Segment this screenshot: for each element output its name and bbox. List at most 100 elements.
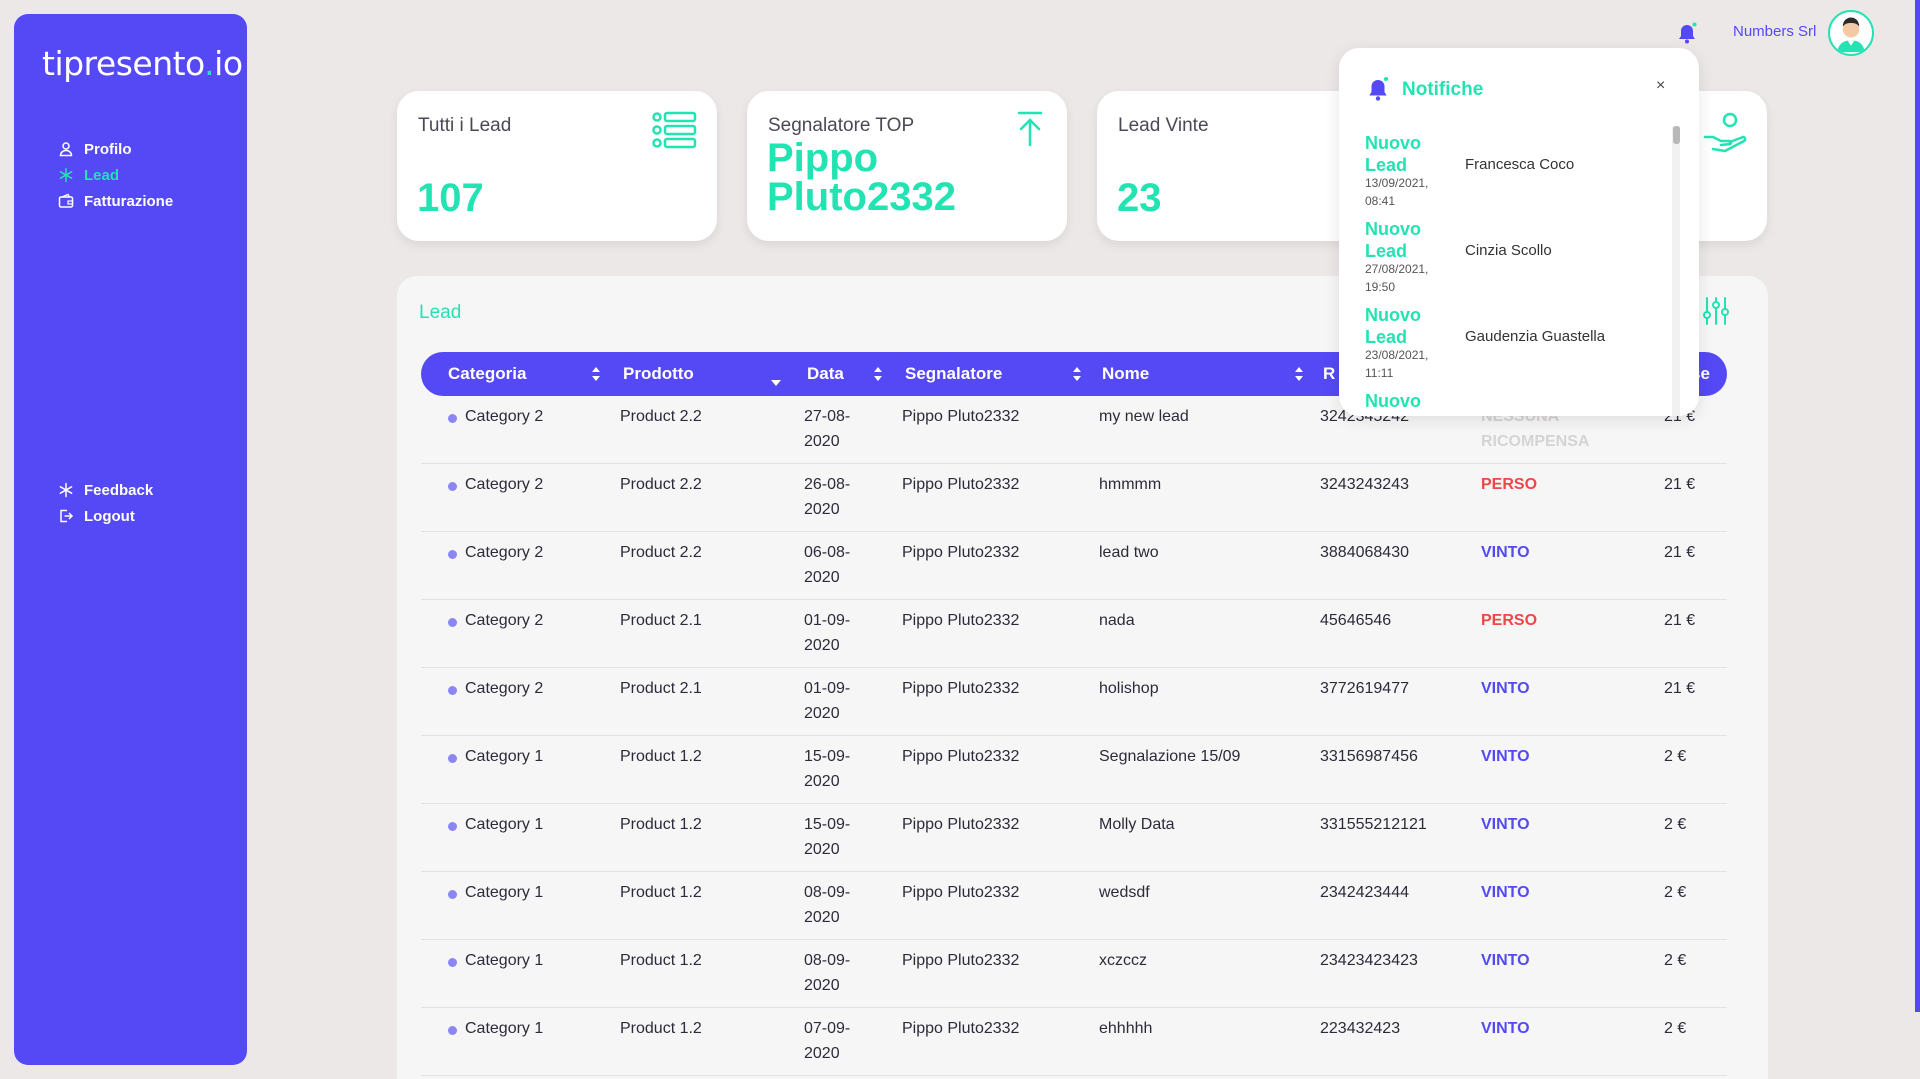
notification-item[interactable]: Nuovo — [1365, 390, 1675, 416]
category-bullet — [448, 550, 457, 559]
cell-data-line: 2020 — [804, 433, 840, 450]
table-row[interactable]: Category 1 Product 1.2 15-09- 2020 Pippo Plu… — [421, 804, 1727, 872]
sort-icon[interactable] — [1294, 366, 1304, 382]
cell-telefono: 3772619477 — [1320, 680, 1409, 697]
table-row[interactable]: Category 2 Product 2.1 01-09- 2020 Pippo Plu… — [421, 668, 1727, 736]
cell-segnalatore: Pippo Pluto2332 — [902, 952, 1020, 969]
notification-date: 27/08/2021, 19:50 — [1365, 262, 1429, 294]
status-badge: VINTO — [1481, 676, 1530, 701]
cell-nome: my new lead — [1099, 408, 1189, 425]
column-header-categoria[interactable]: Categoria — [448, 352, 526, 396]
column-header-prodotto[interactable]: Prodotto — [623, 352, 694, 396]
cell-telefono: 23423423423 — [1320, 952, 1418, 969]
column-label: Categoria — [448, 364, 527, 383]
cell-prodotto: Product 2.2 — [620, 408, 702, 425]
status-badge: PERSO — [1481, 608, 1537, 633]
sidebar-item-profilo[interactable]: Profilo — [58, 136, 173, 162]
cell-nome: ehhhhh — [1099, 1020, 1153, 1037]
cell-data: 01-09- 2020 — [804, 608, 850, 658]
table-row[interactable]: Category 2 Product 2.1 01-09- 2020 Pippo Plu… — [421, 600, 1727, 668]
cell-categoria: Category 2 — [465, 408, 544, 425]
cell-segnalatore: Pippo Pluto2332 — [902, 1020, 1020, 1037]
table-row[interactable]: Category 2 Product 2.2 06-08- 2020 Pippo Plu… — [421, 532, 1727, 600]
cell-prodotto: Product 1.2 — [620, 748, 702, 765]
cell-data-line: 08-09- — [804, 952, 851, 969]
sort-desc-icon[interactable] — [771, 372, 781, 388]
table-row[interactable]: Category 1 Product 1.2 08-09- 2020 Pippo Plu… — [421, 872, 1727, 940]
cell-nome: Segnalazione 15/09 — [1099, 748, 1241, 765]
table-row[interactable]: Category 1 Product 1.2 07-09- 2020 Pippo Plu… — [421, 1008, 1727, 1076]
cell-data: 15-09- 2020 — [804, 744, 850, 794]
close-icon[interactable]: × — [1656, 77, 1665, 95]
sort-icon[interactable] — [873, 366, 883, 382]
table-row[interactable]: Category 1 Product 1.2 15-09- 2020 Pippo Plu… — [421, 736, 1727, 804]
card-segnalatore-top: Segnalatore TOP Pippo Pluto2332 — [747, 91, 1067, 241]
column-label: Segnalatore — [905, 364, 1003, 383]
cell-data-line: 2020 — [804, 909, 840, 926]
panel-title: Lead — [419, 302, 462, 323]
cell-data: 08-09- 2020 — [804, 880, 850, 930]
filter-icon[interactable] — [1702, 296, 1730, 326]
category-bullet — [448, 414, 457, 423]
notification-item[interactable]: Nuovo Lead 23/08/2021, 11:11 Gaudenzia Gua… — [1365, 304, 1675, 390]
cell-data-line: 2020 — [804, 977, 840, 994]
cell-data-line: 2020 — [804, 1045, 840, 1062]
status-line: VINTO — [1481, 884, 1530, 901]
sort-icon[interactable] — [591, 366, 601, 382]
cell-data: 07-09- 2020 — [804, 1016, 850, 1066]
notifications-title: Notifiche — [1402, 79, 1484, 100]
notifications-scrollbar[interactable] — [1672, 126, 1680, 416]
notification-item[interactable]: Nuovo Lead 13/09/2021, 08:41 Francesca Coc… — [1365, 132, 1675, 218]
cell-importo: 21 € — [1664, 612, 1696, 629]
sort-icon[interactable] — [1072, 366, 1082, 382]
notifications-scroll-thumb[interactable] — [1673, 126, 1680, 144]
status-badge: VINTO — [1481, 1016, 1530, 1041]
table-row[interactable]: Category 2 Product 2.2 26-08- 2020 Pippo Plu… — [421, 464, 1727, 532]
notification-date: 23/08/2021, 11:11 — [1365, 348, 1429, 380]
card-value: 23 — [1117, 176, 1162, 220]
cell-data-line: 2020 — [804, 501, 840, 518]
column-header-segnalatore[interactable]: Segnalatore — [905, 352, 1002, 396]
cell-telefono: 331555212121 — [1320, 816, 1427, 833]
avatar[interactable] — [1828, 10, 1874, 56]
column-header-recapito[interactable]: R — [1323, 352, 1335, 396]
sidebar-item-logout[interactable]: Logout — [58, 503, 153, 529]
sidebar-item-label: Logout — [84, 507, 135, 525]
cell-telefono: 3243243243 — [1320, 476, 1409, 493]
cell-telefono: 45646546 — [1320, 612, 1392, 629]
cell-prodotto: Product 2.2 — [620, 544, 702, 561]
cell-nome: xczccz — [1099, 952, 1147, 969]
cell-data-line: 2020 — [804, 569, 840, 586]
cell-telefono: 33156987456 — [1320, 748, 1418, 765]
bell-icon — [1369, 77, 1388, 101]
column-header-nome[interactable]: Nome — [1102, 352, 1149, 396]
category-bullet — [448, 618, 457, 627]
sidebar-item-fatturazione[interactable]: Fatturazione — [58, 188, 173, 214]
column-header-data[interactable]: Data — [807, 352, 844, 396]
status-line: PERSO — [1481, 612, 1538, 629]
page-scrollbar[interactable] — [1915, 0, 1920, 1012]
column-label: Nome — [1102, 364, 1150, 383]
logo-text: tipresento — [42, 44, 205, 83]
bell-icon[interactable] — [1676, 22, 1698, 44]
cell-nome: holishop — [1099, 680, 1159, 697]
user-name[interactable]: Numbers Srl — [1733, 23, 1816, 40]
cell-data-line: 15-09- — [804, 748, 851, 765]
sidebar-item-label: Fatturazione — [84, 192, 174, 210]
notification-type: Nuovo Lead — [1365, 133, 1421, 175]
app-logo[interactable]: tipresento.io — [42, 44, 243, 83]
status-line: VINTO — [1481, 1020, 1530, 1037]
table-row[interactable]: Category 1 Product 1.2 08-09- 2020 Pippo Plu… — [421, 940, 1727, 1008]
sidebar-item-feedback[interactable]: Feedback — [58, 477, 153, 503]
cell-nome: lead two — [1099, 544, 1159, 561]
logo-tld: io — [214, 44, 243, 83]
sidebar-item-lead[interactable]: Lead — [58, 162, 173, 188]
status-badge: VINTO — [1481, 812, 1530, 837]
cell-data-line: 15-09- — [804, 816, 851, 833]
card-value: 107 — [417, 176, 484, 220]
notification-item[interactable]: Nuovo Lead 27/08/2021, 19:50 Cinzia Scollo — [1365, 218, 1675, 304]
cell-importo: 2 € — [1664, 952, 1687, 969]
notification-date: 13/09/2021, 08:41 — [1365, 176, 1429, 208]
cell-categoria: Category 2 — [465, 476, 544, 493]
list-icon — [652, 111, 697, 149]
